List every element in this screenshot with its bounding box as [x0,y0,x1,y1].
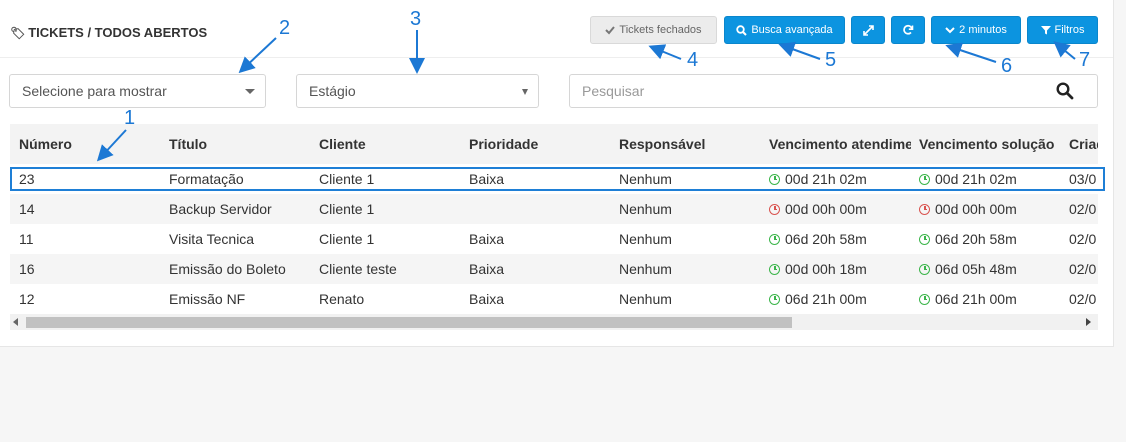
annotation-arrow [1053,41,1076,60]
annotation-arrow [648,44,682,60]
annotation-arrow [778,41,821,60]
annotation-label: 5 [825,49,837,71]
annotation-label: 4 [687,49,699,71]
annotation-arrow [238,37,277,74]
annotation-label: 2 [279,17,291,39]
annotation-label: 7 [1079,49,1091,71]
annotation-label: 6 [1001,55,1013,77]
annotation-label: 1 [124,107,136,129]
annotation-arrow [945,42,997,63]
annotation-arrows [96,30,1076,162]
annotation-label: 3 [410,8,422,30]
annotation-arrow [96,129,127,162]
